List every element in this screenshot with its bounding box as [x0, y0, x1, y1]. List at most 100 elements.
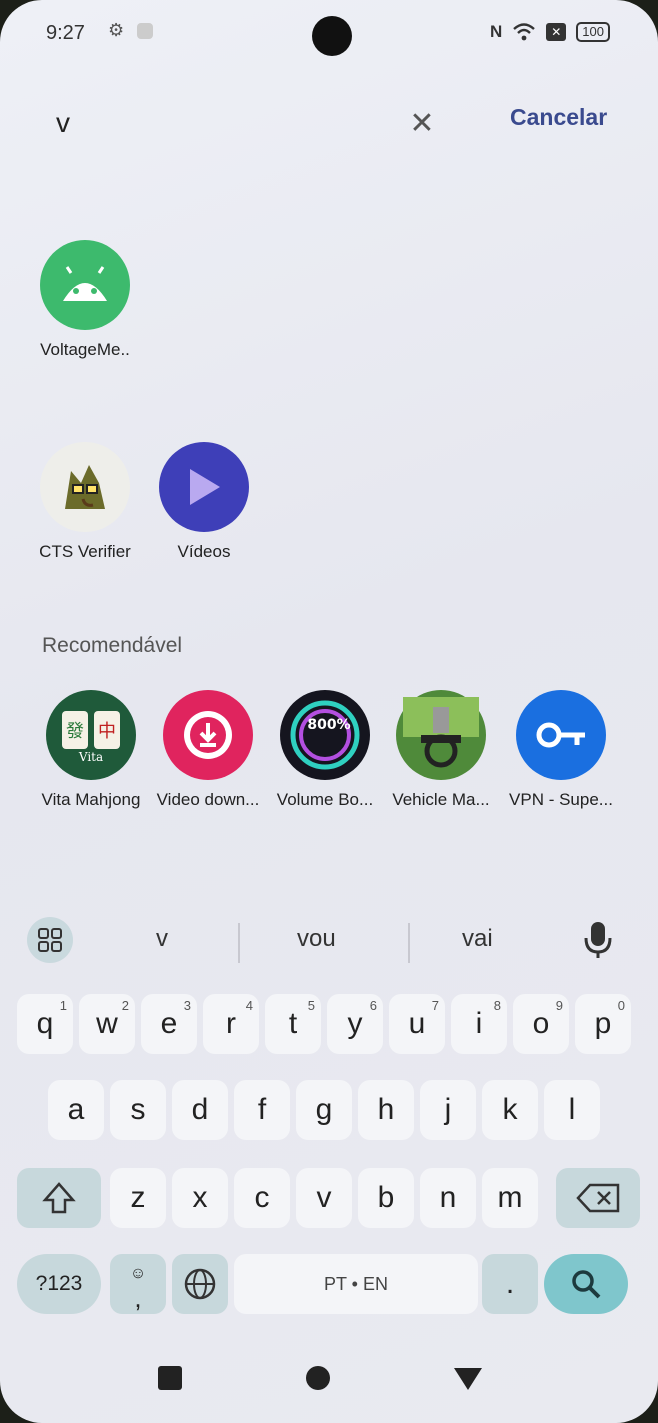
- app-label: Vídeos: [177, 542, 231, 561]
- app-cts-verifier[interactable]: CTS Verifier: [30, 442, 140, 562]
- close-icon: ✕: [409, 107, 435, 140]
- app-label: VPN - Supe...: [509, 790, 613, 809]
- period-key[interactable]: .: [482, 1254, 538, 1314]
- backspace-key[interactable]: [556, 1168, 640, 1228]
- voice-input-button[interactable]: [580, 920, 616, 960]
- key-row-1: q1 w2 e3 r4 t5 y6 u7 i8 o9 p0: [12, 994, 646, 1064]
- key-d[interactable]: d: [172, 1080, 228, 1140]
- play-icon: [159, 442, 249, 532]
- key-n[interactable]: n: [420, 1168, 476, 1228]
- status-left-icons: ⚙: [108, 20, 154, 41]
- key-i[interactable]: i8: [451, 994, 507, 1054]
- key-g[interactable]: g: [296, 1080, 352, 1140]
- app-badge-icon: [137, 23, 154, 40]
- key-b[interactable]: b: [358, 1168, 414, 1228]
- app-vpn-super[interactable]: VPN - Supe...: [506, 690, 616, 810]
- microphone-icon: [584, 922, 612, 958]
- vpn-key-icon: [516, 690, 606, 780]
- key-j[interactable]: j: [420, 1080, 476, 1140]
- grid-icon: [38, 928, 62, 952]
- volume-badge: 800%: [307, 717, 350, 733]
- emoji-comma-key[interactable]: ☺ ,: [110, 1254, 166, 1314]
- key-s[interactable]: s: [110, 1080, 166, 1140]
- home-icon: [306, 1366, 330, 1390]
- key-u[interactable]: u7: [389, 994, 445, 1054]
- svg-text:發: 發: [66, 721, 84, 742]
- cts-icon: [40, 442, 130, 532]
- search-input[interactable]: [54, 102, 388, 144]
- suggestion-strip: v vou vai: [0, 905, 658, 975]
- app-label: Video down...: [156, 790, 260, 809]
- app-label: CTS Verifier: [39, 542, 131, 561]
- divider: [408, 923, 410, 963]
- key-m[interactable]: m: [482, 1168, 538, 1228]
- android-icon: [40, 240, 130, 330]
- key-h[interactable]: h: [358, 1080, 414, 1140]
- front-camera: [312, 16, 352, 56]
- battery-indicator: 100: [576, 22, 610, 42]
- key-o[interactable]: o9: [513, 994, 569, 1054]
- back-button[interactable]: [448, 1358, 488, 1398]
- vehicle-icon: [396, 690, 486, 780]
- phone-screen: 9:27 ⚙ N ✕ 100 ✕ Cancelar VoltageMe.. CT…: [0, 0, 658, 1423]
- recents-button[interactable]: [150, 1358, 190, 1398]
- back-icon: [454, 1368, 482, 1390]
- key-r[interactable]: r4: [203, 994, 259, 1054]
- app-label: VoltageMe..: [40, 340, 130, 359]
- home-button[interactable]: [298, 1358, 338, 1398]
- app-label: Vita Mahjong: [41, 790, 141, 809]
- key-row-2: a s d f g h j k l: [12, 1080, 646, 1150]
- volume-boost-icon: 800%: [280, 690, 370, 780]
- recommended-title: Recomendável: [42, 634, 183, 657]
- cancel-button[interactable]: Cancelar: [510, 104, 607, 131]
- key-row-4: ?123 ☺ , PT • EN .: [12, 1254, 646, 1324]
- status-bar: 9:27 ⚙ N ✕ 100: [0, 0, 658, 60]
- key-t[interactable]: t5: [265, 994, 321, 1054]
- divider: [238, 923, 240, 963]
- app-vehicle-master[interactable]: Vehicle Ma...: [386, 690, 496, 810]
- sim-off-icon: ✕: [546, 23, 567, 41]
- keyboard-apps-button[interactable]: [27, 917, 73, 963]
- app-vita-mahjong[interactable]: 發中 Vita Vita Mahjong: [36, 690, 146, 810]
- key-w[interactable]: w2: [79, 994, 135, 1054]
- key-x[interactable]: x: [172, 1168, 228, 1228]
- suggestion-3[interactable]: vai: [462, 925, 493, 953]
- globe-icon: [184, 1268, 216, 1300]
- key-y[interactable]: y6: [327, 994, 383, 1054]
- search-action-key[interactable]: [544, 1254, 628, 1314]
- key-f[interactable]: f: [234, 1080, 290, 1140]
- search-bar: ✕ Cancelar: [40, 80, 630, 160]
- app-volume-booster[interactable]: 800% Volume Bo...: [270, 690, 380, 810]
- key-z[interactable]: z: [110, 1168, 166, 1228]
- key-a[interactable]: a: [48, 1080, 104, 1140]
- space-key[interactable]: PT • EN: [234, 1254, 478, 1314]
- svg-text:Vita: Vita: [78, 750, 103, 764]
- symbols-key[interactable]: ?123: [17, 1254, 101, 1314]
- key-p[interactable]: p0: [575, 994, 631, 1054]
- suggestion-1[interactable]: v: [156, 925, 168, 953]
- app-video-downloader[interactable]: Video down...: [153, 690, 263, 810]
- app-voltagemeter[interactable]: VoltageMe..: [30, 240, 140, 360]
- app-videos[interactable]: Vídeos: [149, 442, 259, 562]
- clear-search-button[interactable]: ✕: [402, 104, 442, 144]
- status-right-icons: N ✕ 100: [490, 22, 610, 42]
- key-row-3: z x c v b n m: [12, 1168, 646, 1238]
- key-l[interactable]: l: [544, 1080, 600, 1140]
- suggestion-2[interactable]: vou: [297, 925, 336, 953]
- status-time: 9:27: [46, 22, 85, 44]
- search-icon: [572, 1270, 601, 1299]
- soft-keyboard: q1 w2 e3 r4 t5 y6 u7 i8 o9 p0 a s d f g …: [12, 980, 646, 1330]
- key-e[interactable]: e3: [141, 994, 197, 1054]
- key-c[interactable]: c: [234, 1168, 290, 1228]
- key-k[interactable]: k: [482, 1080, 538, 1140]
- download-icon: [163, 690, 253, 780]
- nfc-icon: N: [490, 22, 503, 41]
- app-label: Volume Bo...: [276, 790, 374, 809]
- shift-key[interactable]: [17, 1168, 101, 1228]
- mahjong-icon: 發中 Vita: [46, 690, 136, 780]
- key-q[interactable]: q1: [17, 994, 73, 1054]
- svg-text:中: 中: [98, 721, 116, 742]
- backspace-icon: [576, 1183, 620, 1213]
- language-key[interactable]: [172, 1254, 228, 1314]
- key-v[interactable]: v: [296, 1168, 352, 1228]
